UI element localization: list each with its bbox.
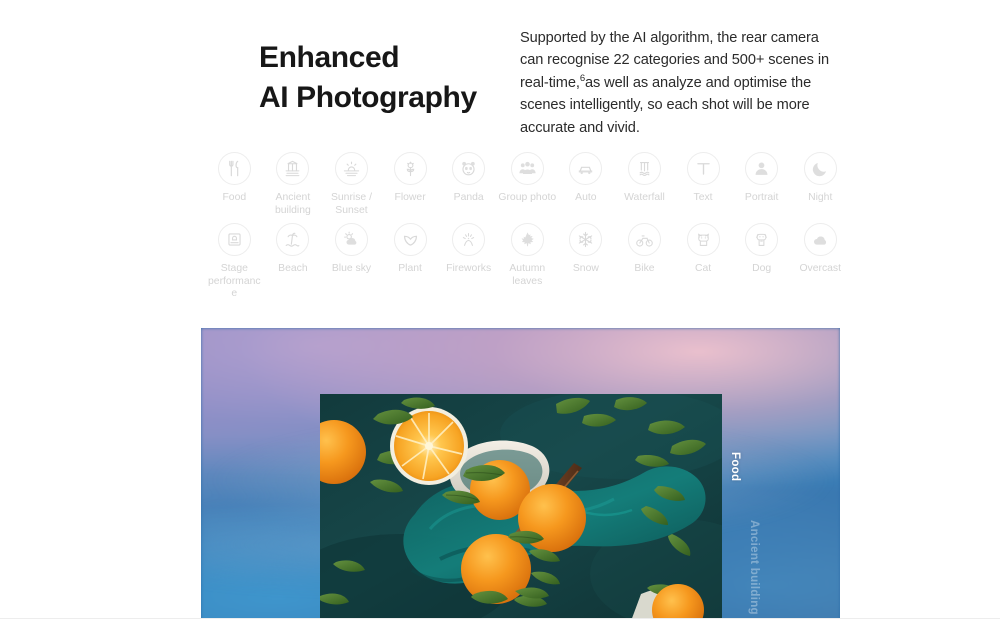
scene-row-2: Stage performance Beach Blue sky Plant F… xyxy=(205,223,850,301)
scene-item-sunrise-sunset[interactable]: Sunrise / Sunset xyxy=(322,152,381,217)
scene-label: Portrait xyxy=(744,192,779,203)
sunrise-icon xyxy=(334,152,368,185)
scene-label: Beach xyxy=(278,263,308,275)
scene-item-overcast[interactable]: Overcast xyxy=(791,223,850,276)
scene-label: Text xyxy=(693,192,713,203)
scene-label: Autumn leaves xyxy=(509,263,546,287)
scene-item-flower[interactable]: Flower xyxy=(381,152,440,205)
scene-label: Stage performance xyxy=(208,263,261,300)
hero-banner: Food Ancient building xyxy=(201,328,840,621)
scene-item-snow[interactable]: Snow xyxy=(557,223,616,276)
car-icon xyxy=(569,152,603,185)
maple-leaf-icon xyxy=(510,223,544,257)
scene-item-bike[interactable]: Bike xyxy=(615,223,674,276)
scene-label: Plant xyxy=(398,263,422,275)
scene-item-auto[interactable]: Auto xyxy=(557,152,616,205)
cat-icon xyxy=(686,223,720,257)
scene-item-food[interactable]: Food xyxy=(205,152,264,205)
page-title: Enhanced AI Photography xyxy=(259,38,509,118)
scene-item-group-photo[interactable]: Group photo xyxy=(498,152,557,205)
scene-label: Auto xyxy=(575,192,597,203)
scene-label: Fireworks xyxy=(446,263,492,275)
flower-icon xyxy=(393,152,427,185)
scene-item-panda[interactable]: Panda xyxy=(439,152,498,205)
scene-label: Cat xyxy=(694,263,712,275)
hero-next-category[interactable]: Ancient building xyxy=(730,520,760,615)
hero-category-selector: Food Ancient building xyxy=(728,390,768,620)
scene-label: Bike xyxy=(634,263,655,275)
scene-label: Dog xyxy=(752,263,772,275)
scene-category-grid: Food Ancient building Sunrise / Sunset F… xyxy=(205,152,850,307)
cloud-icon xyxy=(803,223,837,257)
scene-item-blue-sky[interactable]: Blue sky xyxy=(322,223,381,276)
scene-label: Overcast xyxy=(799,263,842,275)
pagoda-icon xyxy=(276,152,310,185)
scene-label: Ancient building xyxy=(274,192,311,216)
beach-palm-icon xyxy=(276,223,310,257)
scene-item-beach[interactable]: Beach xyxy=(264,223,323,276)
scene-item-cat[interactable]: Cat xyxy=(674,223,733,276)
scene-item-stage-performance[interactable]: Stage performance xyxy=(205,223,264,301)
scene-item-night[interactable]: Night xyxy=(791,152,850,205)
scene-item-plant[interactable]: Plant xyxy=(381,223,440,276)
page-title-line-1: Enhanced xyxy=(259,41,400,75)
dog-icon xyxy=(745,223,779,257)
scene-label: Panda xyxy=(453,192,484,203)
bicycle-icon xyxy=(627,223,661,257)
scene-label: Blue sky xyxy=(331,263,372,275)
sun-cloud-icon xyxy=(334,223,368,257)
scene-label: Waterfall xyxy=(624,192,665,203)
snowflake-icon xyxy=(569,223,603,257)
fireworks-icon xyxy=(452,223,486,257)
scene-item-portrait[interactable]: Portrait xyxy=(732,152,791,205)
scene-row-1: Food Ancient building Sunrise / Sunset F… xyxy=(205,152,850,217)
panda-icon xyxy=(452,152,486,185)
scene-label: Night xyxy=(808,192,833,203)
scene-label: Snow xyxy=(572,263,599,275)
scene-item-fireworks[interactable]: Fireworks xyxy=(439,223,498,276)
scene-item-autumn-leaves[interactable]: Autumn leaves xyxy=(498,223,557,288)
scene-item-waterfall[interactable]: Waterfall xyxy=(615,152,674,205)
ai-photography-page: Enhanced AI Photography Supported by the… xyxy=(0,0,1000,621)
scene-label: Group photo xyxy=(498,192,557,203)
scene-label: Food xyxy=(222,192,247,203)
page-title-line-2: AI Photography xyxy=(259,81,477,115)
scene-item-text[interactable]: Text xyxy=(674,152,733,205)
portrait-icon xyxy=(745,152,779,185)
fork-knife-icon xyxy=(217,152,251,185)
moon-icon xyxy=(803,152,837,185)
waterfall-icon xyxy=(627,152,661,185)
scene-label: Sunrise / Sunset xyxy=(330,192,372,216)
hero-sample-photo xyxy=(320,394,722,621)
food-photo-illustration xyxy=(320,394,722,621)
scene-label: Flower xyxy=(394,192,426,203)
leaf-icon xyxy=(393,223,427,257)
hero-active-category[interactable]: Food xyxy=(728,452,741,481)
group-photo-icon xyxy=(510,152,544,185)
stage-icon xyxy=(217,223,251,257)
intro-section: Enhanced AI Photography Supported by the… xyxy=(0,0,1000,145)
scene-item-ancient-building[interactable]: Ancient building xyxy=(264,152,323,217)
scene-item-dog[interactable]: Dog xyxy=(732,223,791,276)
description-paragraph: Supported by the AI algorithm, the rear … xyxy=(520,27,832,140)
text-t-icon xyxy=(686,152,720,185)
